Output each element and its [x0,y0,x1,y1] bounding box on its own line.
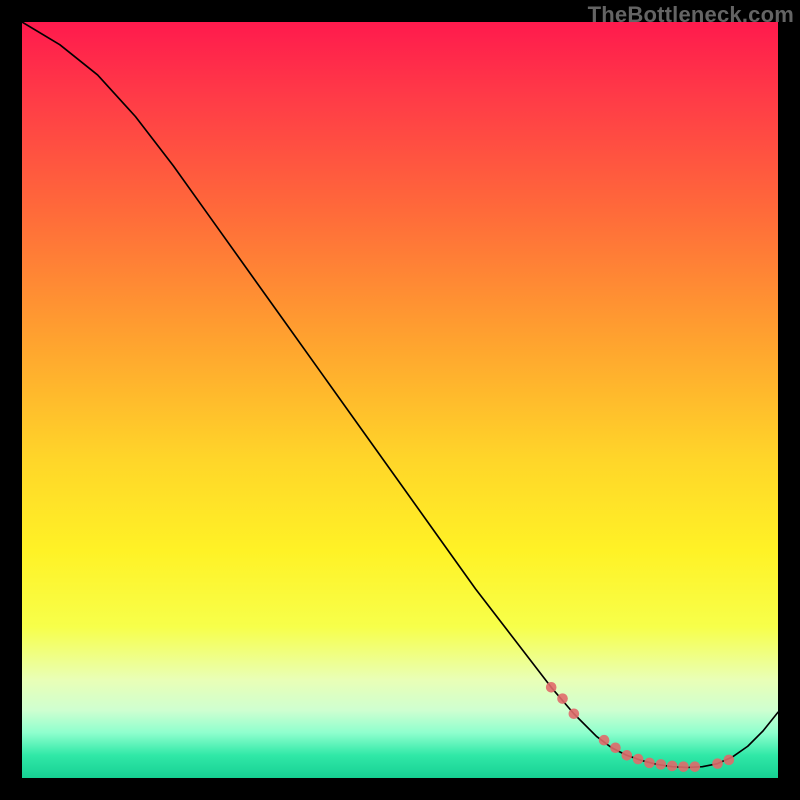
curve-marker [622,750,633,761]
curve-markers [546,682,734,772]
curve-marker [610,742,621,753]
curve-marker [633,754,644,765]
chart-plot-area [22,22,778,778]
curve-marker [644,758,655,769]
chart-curve [22,22,778,778]
watermark-text: TheBottleneck.com [588,2,794,28]
curve-marker [724,755,735,766]
curve-marker [667,761,678,772]
curve-marker [712,758,723,769]
curve-marker [569,708,580,719]
curve-marker [546,682,557,693]
curve-marker [557,693,568,704]
curve-marker [599,735,610,746]
chart-stage: TheBottleneck.com [0,0,800,800]
curve-marker [690,761,701,772]
curve-path [22,22,778,767]
curve-marker [656,759,667,770]
curve-marker [678,761,689,772]
